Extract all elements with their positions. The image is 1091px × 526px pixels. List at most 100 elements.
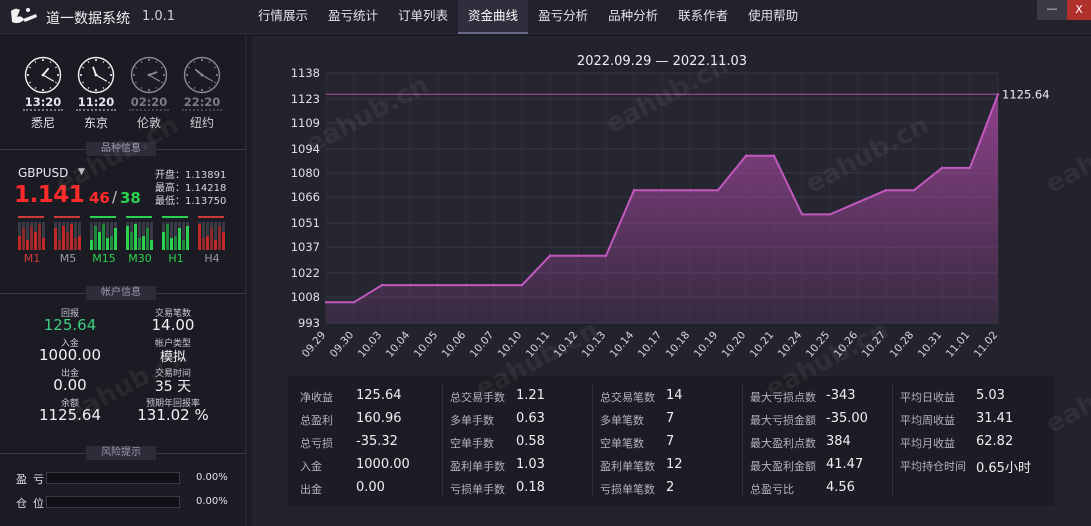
stat-label: 盈利单手数	[450, 460, 505, 473]
stats-divider	[892, 384, 893, 496]
clock-city: 伦敦	[136, 116, 161, 130]
y-tick-label: 1008	[291, 290, 320, 304]
tab-8[interactable]: 使用帮助	[738, 0, 808, 34]
stat-value: 7	[666, 411, 675, 426]
timeframe-label[interactable]: M30	[124, 252, 156, 265]
stats-divider	[592, 384, 593, 496]
y-tick-label: 1022	[291, 266, 320, 280]
close-button[interactable]: X	[1067, 0, 1091, 20]
clock-city: 纽约	[189, 116, 214, 130]
y-tick-label: 1066	[291, 190, 320, 204]
stat-value: 5.03	[976, 388, 1005, 403]
tab-5[interactable]: 盈亏分析	[528, 0, 598, 34]
data-point	[352, 301, 356, 304]
clock-time: 22:20	[182, 95, 222, 111]
clock-4: 22:20 纽约	[182, 56, 222, 131]
y-tick-label: 1051	[291, 216, 320, 230]
stat-value: 0.00	[356, 480, 385, 495]
strength-bars-icon	[54, 222, 81, 250]
stat-label: 总盈亏比	[750, 483, 794, 496]
tab-1[interactable]: 行情展示	[248, 0, 318, 34]
timeframe-label[interactable]: H4	[196, 252, 228, 265]
x-tick-label: 10.07	[468, 329, 497, 360]
logo-icon	[11, 8, 37, 24]
timeframe-m1	[16, 216, 48, 256]
data-point	[632, 189, 636, 192]
clock-city: 悉尼	[30, 116, 55, 130]
low-price: 最低：1.13750	[155, 196, 227, 207]
stat-label: 平均持仓时间	[900, 460, 966, 473]
timeframe-label[interactable]: M5	[52, 252, 84, 265]
timeframe-indicator	[198, 216, 224, 218]
data-point	[744, 154, 748, 157]
risk-pnl-label: 盈亏	[16, 473, 50, 486]
timeframe-indicator	[18, 216, 44, 218]
stat-label: 空单手数	[450, 437, 494, 450]
price-main: 1.141	[14, 182, 85, 208]
caret-down-icon[interactable]: ▼	[78, 167, 85, 177]
deposit-value: 1000.00	[38, 346, 102, 364]
clock-1: 13:20 悉尼	[23, 56, 63, 131]
x-tick-label: 10.13	[580, 329, 609, 360]
stat-value: 0.18	[516, 480, 545, 495]
y-tick-label: 1094	[291, 142, 320, 156]
data-point	[688, 189, 692, 192]
clock-city: 东京	[83, 116, 108, 130]
tab-4[interactable]: 资金曲线	[458, 0, 529, 34]
x-tick-label: 10.12	[552, 329, 581, 360]
equity-curve-panel: 993 1008 1022 1037 1051 1066 1080 1094 1109 1123 1…	[252, 36, 1091, 526]
y-tick-label: 1123	[291, 92, 320, 106]
stat-value: 1.21	[516, 388, 545, 403]
x-tick-label: 10.24	[776, 329, 805, 360]
tab-6[interactable]: 品种分析	[598, 0, 668, 34]
y-tick-label: 1080	[291, 166, 320, 180]
section-label: 帐户信息	[86, 286, 156, 300]
risk-pnl-value: 0.00%	[196, 472, 228, 483]
data-point	[576, 254, 580, 257]
stat-label: 最大亏损点数	[750, 391, 816, 404]
section-label: 品种信息	[86, 142, 156, 156]
stat-label: 平均日收益	[900, 391, 955, 404]
chart-title: 2022.09.29 — 2022.11.03	[577, 54, 747, 69]
app-title: 道一数据系统	[46, 11, 130, 27]
tab-2[interactable]: 盈亏统计	[318, 0, 388, 34]
stat-label: 总交易笔数	[600, 391, 655, 404]
stat-value: 41.47	[826, 457, 864, 472]
timeframe-m30	[124, 216, 156, 256]
stat-value: 125.64	[356, 388, 402, 403]
stat-value: 0.58	[516, 434, 545, 449]
stat-label: 平均周收益	[900, 414, 955, 427]
symbol-selector[interactable]: GBPUSD	[18, 166, 68, 180]
tab-7[interactable]: 联系作者	[668, 0, 738, 34]
timeframe-m5	[52, 216, 84, 256]
timeframe-label[interactable]: M1	[16, 252, 48, 265]
data-point	[828, 213, 832, 216]
data-point	[604, 254, 608, 257]
timeframe-m15	[88, 216, 120, 256]
minimize-button[interactable]: —	[1037, 0, 1067, 20]
x-tick-label: 10.27	[860, 329, 889, 360]
x-tick-label: 10.31	[916, 329, 945, 360]
data-point	[324, 301, 328, 304]
risk-position-bar	[46, 496, 180, 508]
timeframe-label[interactable]: H1	[160, 252, 192, 265]
stat-value: 0.63	[516, 411, 545, 426]
stat-value: 1.03	[516, 457, 545, 472]
left-panel: 13:20 悉尼 11:20 东京 02:20 伦敦 22:20 纽约 品种信息…	[0, 36, 246, 526]
tab-3[interactable]: 订单列表	[388, 0, 458, 34]
nav-tabs: 行情展示 盈亏统计 订单列表 资金曲线 盈亏分析 品种分析 联系作者 使用帮助	[248, 0, 808, 34]
clock-time: 13:20	[23, 95, 63, 111]
data-point	[408, 283, 412, 287]
x-tick-label: 10.06	[440, 329, 469, 360]
clock-time: 11:20	[76, 95, 116, 111]
stat-label: 多单笔数	[600, 414, 644, 427]
data-point	[380, 283, 384, 287]
strength-bars-icon	[90, 222, 117, 250]
stat-label: 净收益	[300, 391, 333, 404]
app-version: 1.0.1	[142, 9, 176, 24]
timeframe-label[interactable]: M15	[88, 252, 120, 265]
stat-value: 31.41	[976, 411, 1014, 426]
stat-value: 7	[666, 434, 675, 449]
data-point	[772, 154, 776, 157]
stat-value: 4.56	[826, 480, 855, 495]
